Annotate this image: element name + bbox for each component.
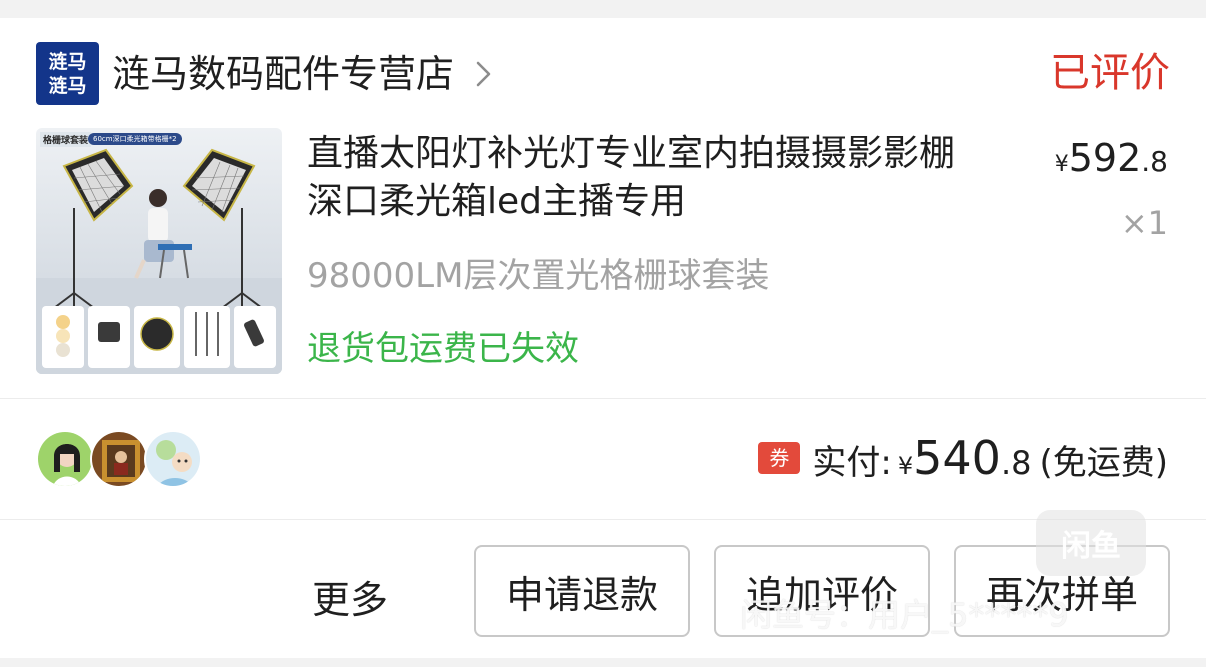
store-name: 涟马数码配件专营店	[112, 52, 455, 96]
divider	[0, 519, 1206, 520]
avatar	[36, 430, 94, 488]
product-image	[36, 148, 282, 374]
store-name-link[interactable]: 涟马数码配件专营店	[112, 50, 496, 98]
order-card: 涟马 涟马 涟马数码配件专营店 已评价 格栅球套装 60cm深口柔光箱带格栅*2…	[0, 18, 1206, 658]
payment-summary: 券 实付: ¥540.8 (免运费)	[758, 431, 1168, 485]
more-button[interactable]: 更多	[312, 569, 388, 624]
xianyu-watermark-text: 闲鱼号：用户_5*****9	[740, 596, 1069, 634]
return-shipping-note: 退货包运费已失效	[307, 329, 579, 369]
avatar	[144, 430, 202, 488]
paid-amount-integer: 540	[913, 431, 1001, 485]
price-currency: ¥	[1054, 152, 1069, 177]
order-status: 已评价	[1050, 50, 1170, 96]
thumbnail-label: 格栅球套装	[40, 132, 92, 147]
paid-label: 实付:	[812, 443, 892, 483]
thumbnail-badge: 60cm深口柔光箱带格栅*2	[88, 133, 182, 145]
xianyu-watermark-logo: 闲鱼	[1036, 510, 1146, 576]
product-title[interactable]: 直播太阳灯补光灯专业室内拍摄摄影影棚深口柔光箱led主播专用	[307, 130, 987, 226]
shipping-note: (免运费)	[1039, 443, 1168, 483]
store-logo-line1: 涟马	[48, 50, 87, 73]
price-integer: 592	[1068, 136, 1142, 180]
coupon-icon: 券	[758, 442, 801, 474]
paid-currency: ¥	[897, 452, 914, 480]
unit-price: ¥592.8	[1055, 136, 1168, 180]
paid-amount-decimal: .8	[1000, 444, 1032, 482]
chevron-right-icon	[476, 61, 491, 87]
product-thumbnail[interactable]: 格栅球套装 60cm深口柔光箱带格栅*2	[36, 128, 282, 374]
price-decimal: .8	[1141, 145, 1168, 178]
divider	[0, 398, 1206, 399]
quantity: ×1	[1120, 204, 1168, 242]
request-refund-button[interactable]: 申请退款	[474, 545, 690, 637]
store-logo[interactable]: 涟马 涟马	[36, 42, 99, 105]
store-logo-line2: 涟马	[48, 74, 87, 97]
product-spec: 98000LM层次置光格栅球套装	[307, 256, 770, 296]
avatar	[90, 430, 148, 488]
